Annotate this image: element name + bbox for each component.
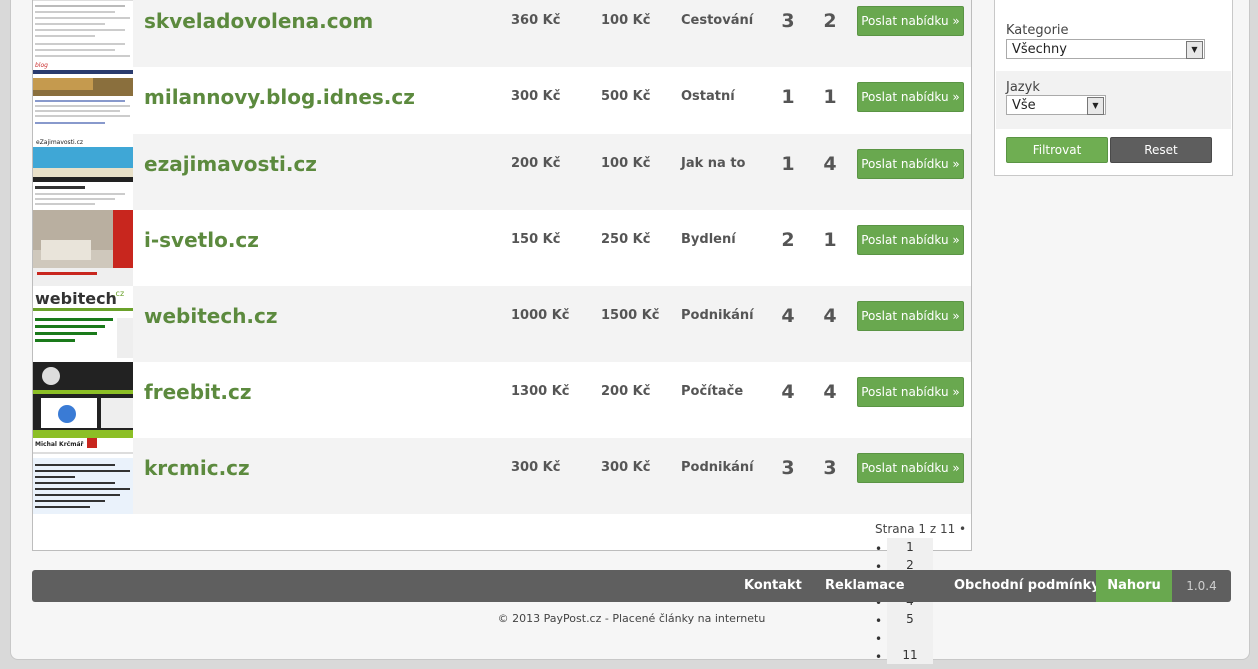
reset-button[interactable]: Reset — [1110, 137, 1212, 163]
chevron-down-icon[interactable]: ▼ — [1186, 41, 1203, 59]
copyright: © 2013 PayPost.cz - Placené články na in… — [497, 612, 766, 625]
site-thumbnail[interactable] — [33, 362, 133, 438]
site-thumbnail[interactable]: eZajimavosti.cz — [33, 134, 133, 210]
rating-cell: 4 — [823, 305, 837, 327]
send-offer-button[interactable]: Poslat nabídku » — [857, 149, 964, 179]
site-domain-link[interactable]: webitech.cz — [144, 304, 278, 328]
table-row: Michal Krčmář krcmic.cz 300 Kč 300 Kč Po… — [33, 438, 971, 514]
rating-cell: 2 — [823, 10, 837, 32]
table-row: blog milannovy.blog.idnes.cz 300 Kč 500 … — [33, 58, 971, 134]
language-select[interactable]: Vše ▼ — [1006, 95, 1106, 115]
site-domain-link[interactable]: ezajimavosti.cz — [144, 152, 317, 176]
rating-cell: 3 — [781, 10, 795, 32]
price-cell: 100 Kč — [601, 156, 651, 171]
price-cell: 100 Kč — [601, 13, 651, 28]
footer-link-complaints[interactable]: Reklamace — [825, 570, 905, 602]
page-item[interactable]: • 11 — [873, 646, 943, 664]
category-cell: Bydlení — [681, 232, 736, 247]
footer-link-terms[interactable]: Obchodní podmínky — [954, 570, 1100, 602]
filter-button[interactable]: Filtrovat — [1006, 137, 1108, 163]
rating-cell: 1 — [781, 86, 795, 108]
svg-text:blog: blog — [35, 62, 48, 69]
price-cell: 1500 Kč — [601, 308, 660, 323]
category-cell: Počítače — [681, 384, 744, 399]
svg-text:eZajimavosti.cz: eZajimavosti.cz — [36, 139, 83, 146]
rating-cell: 4 — [781, 381, 795, 403]
category-cell: Jak na to — [681, 156, 746, 171]
svg-text:.cz: .cz — [113, 289, 124, 298]
page-item[interactable]: • — [873, 628, 943, 646]
rating-cell: 3 — [781, 457, 795, 479]
category-select-value: Všechny — [1012, 42, 1067, 57]
rating-cell: 1 — [823, 229, 837, 251]
footer-link-contact[interactable]: Kontakt — [744, 570, 802, 602]
site-domain-link[interactable]: milannovy.blog.idnes.cz — [144, 85, 415, 109]
table-row: freebit.cz 1300 Kč 200 Kč Počítače 4 4 P… — [33, 362, 971, 438]
send-offer-button[interactable]: Poslat nabídku » — [857, 377, 964, 407]
rating-cell: 4 — [823, 153, 837, 175]
site-thumbnail[interactable]: Michal Krčmář — [33, 438, 133, 514]
page-item[interactable]: • 1 — [873, 538, 943, 556]
rating-cell: 1 — [823, 86, 837, 108]
rating-cell: 3 — [823, 457, 837, 479]
page-link[interactable] — [887, 628, 933, 646]
send-offer-button[interactable]: Poslat nabídku » — [857, 301, 964, 331]
footer-bar: Kontakt Reklamace Obchodní podmínky Naho… — [32, 570, 1231, 602]
filter-panel: Kategorie Všechny ▼ Jazyk Vše ▼ Filtrova… — [994, 0, 1233, 176]
site-domain-link[interactable]: skveladovolena.com — [144, 9, 373, 33]
rating-cell: 4 — [781, 305, 795, 327]
category-cell: Podnikání — [681, 460, 754, 475]
rating-cell: 4 — [823, 381, 837, 403]
category-cell: Ostatní — [681, 89, 735, 104]
chevron-down-icon[interactable]: ▼ — [1087, 97, 1104, 115]
svg-text:Michal Krčmář: Michal Krčmář — [35, 441, 84, 448]
table-row: eZajimavosti.cz ezajimavosti.cz 200 Kč 1… — [33, 134, 971, 210]
back-to-top-button[interactable]: Nahoru — [1096, 570, 1172, 602]
price-cell: 300 Kč — [601, 460, 651, 475]
price-cell: 300 Kč — [511, 460, 561, 475]
listing-table: skveladovolena.com 360 Kč 100 Kč Cestová… — [32, 0, 972, 551]
send-offer-button[interactable]: Poslat nabídku » — [857, 6, 964, 36]
send-offer-button[interactable]: Poslat nabídku » — [857, 225, 964, 255]
page-link[interactable]: 11 — [887, 646, 933, 664]
site-domain-link[interactable]: freebit.cz — [144, 380, 252, 404]
language-select-value: Vše — [1012, 98, 1036, 113]
price-cell: 1300 Kč — [511, 384, 570, 399]
svg-text:webitech: webitech — [35, 289, 117, 308]
site-domain-link[interactable]: krcmic.cz — [144, 456, 250, 480]
price-cell: 500 Kč — [601, 89, 651, 104]
rating-cell: 1 — [781, 153, 795, 175]
price-cell: 300 Kč — [511, 89, 561, 104]
price-cell: 250 Kč — [601, 232, 651, 247]
category-label: Kategorie — [1006, 23, 1069, 38]
price-cell: 360 Kč — [511, 13, 561, 28]
price-cell: 150 Kč — [511, 232, 561, 247]
category-cell: Podnikání — [681, 308, 754, 323]
site-thumbnail[interactable] — [33, 0, 133, 67]
table-row: i-svetlo.cz 150 Kč 250 Kč Bydlení 2 1 Po… — [33, 210, 971, 286]
language-label: Jazyk — [1006, 80, 1040, 95]
table-row: skveladovolena.com 360 Kč 100 Kč Cestová… — [33, 0, 971, 67]
category-cell: Cestování — [681, 13, 754, 28]
version-label: 1.0.4 — [1186, 579, 1217, 593]
send-offer-button[interactable]: Poslat nabídku » — [857, 453, 964, 483]
price-cell: 200 Kč — [511, 156, 561, 171]
pagination-summary: Strana 1 z 11 • — [875, 522, 967, 536]
price-cell: 1000 Kč — [511, 308, 570, 323]
site-thumbnail[interactable]: blog — [33, 58, 133, 134]
page-link[interactable]: 1 — [887, 538, 933, 556]
send-offer-button[interactable]: Poslat nabídku » — [857, 82, 964, 112]
table-row: webitech .cz webitech.cz 1000 Kč 1500 Kč … — [33, 286, 971, 362]
site-domain-link[interactable]: i-svetlo.cz — [144, 228, 259, 252]
site-thumbnail[interactable] — [33, 210, 133, 286]
price-cell: 200 Kč — [601, 384, 651, 399]
rating-cell: 2 — [781, 229, 795, 251]
category-select[interactable]: Všechny ▼ — [1006, 39, 1205, 59]
site-thumbnail[interactable]: webitech .cz — [33, 286, 133, 362]
